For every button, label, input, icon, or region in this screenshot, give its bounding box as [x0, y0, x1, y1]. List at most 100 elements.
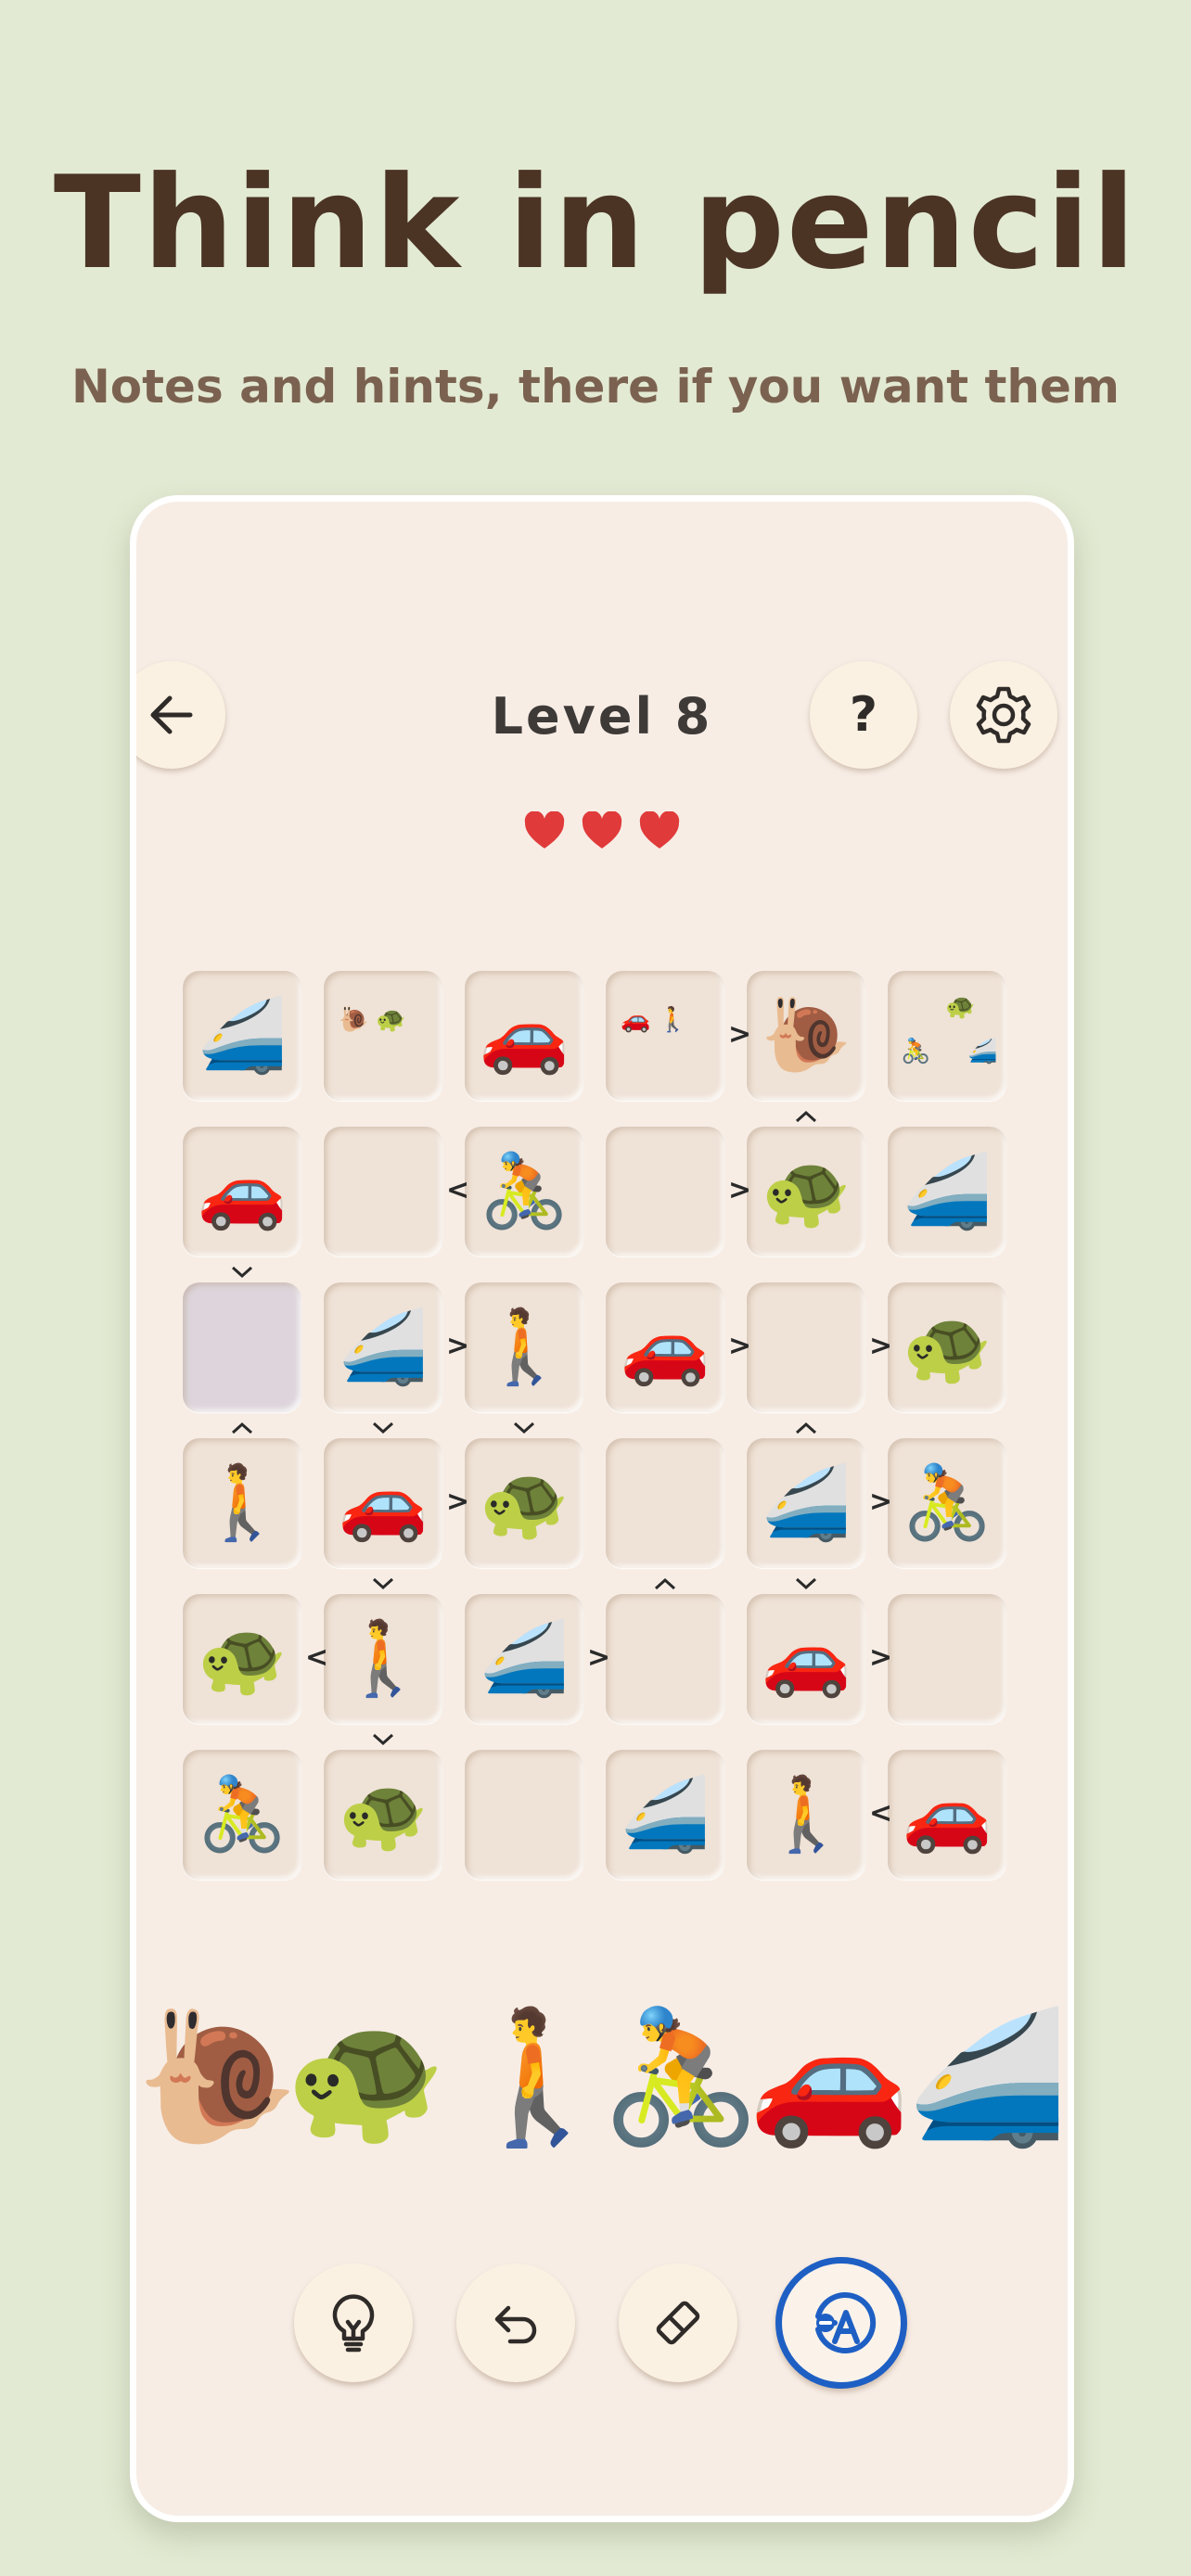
subheadline: Notes and hints, there if you want them: [70, 360, 1121, 414]
board-cell[interactable]: 🚄: [465, 1594, 583, 1724]
inequality-sign: [229, 1414, 255, 1442]
headline: Think in pencil: [53, 148, 1138, 298]
board-cell[interactable]: [747, 1282, 865, 1412]
cell-value: 🐌: [761, 994, 852, 1078]
cell-value: 🚄: [479, 1617, 570, 1701]
board-cell[interactable]: [606, 1594, 724, 1724]
board-cell[interactable]: 🚄: [324, 1282, 442, 1412]
palette-item[interactable]: 🚶: [456, 2013, 618, 2143]
palette-item[interactable]: 🐢: [285, 2013, 446, 2143]
cell-value: 🐢: [479, 1461, 570, 1545]
inequality-sign: [793, 1570, 819, 1598]
board-cell[interactable]: 🚗: [606, 1282, 724, 1412]
board-cell[interactable]: 🐢: [888, 1282, 1006, 1412]
board-cell[interactable]: [324, 1127, 442, 1256]
inequality-sign: [652, 1570, 678, 1598]
board-cell[interactable]: 🚴: [888, 1438, 1006, 1568]
inequality-sign: [370, 1570, 396, 1598]
inequality-sign: >: [728, 1330, 752, 1362]
inequality-sign: >: [728, 1174, 752, 1206]
cell-value: 🚄: [620, 1773, 711, 1856]
cell-value: 🚗: [620, 1306, 711, 1389]
cell-value: 🚗: [479, 994, 570, 1078]
pencil-note: 🐢: [945, 993, 976, 1021]
board-cell[interactable]: 🚗: [465, 971, 583, 1101]
help-button[interactable]: ?: [810, 661, 917, 769]
board-cell[interactable]: 🚗: [183, 1127, 301, 1256]
board-cell[interactable]: [606, 1127, 724, 1256]
cell-value: 🚄: [338, 1306, 429, 1389]
board-cell[interactable]: 🚗: [324, 1438, 442, 1568]
cell-value: 🚗: [338, 1461, 429, 1545]
cell-value: 🐢: [902, 1306, 992, 1389]
inequality-sign: [511, 1414, 537, 1442]
cell-value: 🐢: [338, 1773, 429, 1856]
board-cell[interactable]: 🚗: [888, 1750, 1006, 1880]
heart-icon: [581, 810, 623, 854]
inequality-sign: >: [728, 1018, 752, 1051]
board-cell[interactable]: 🚶: [747, 1750, 865, 1880]
heart-icon: [523, 810, 566, 854]
board-cell[interactable]: [465, 1750, 583, 1880]
board-cell[interactable]: 🚶: [183, 1438, 301, 1568]
undo-button[interactable]: [456, 2264, 575, 2382]
board-cell[interactable]: 🐢: [465, 1438, 583, 1568]
board-cell[interactable]: 🚗: [747, 1594, 865, 1724]
palette-item[interactable]: 🚴: [600, 2013, 762, 2143]
pencil-mode-icon: [815, 2292, 877, 2353]
cell-value: 🚶: [479, 1306, 570, 1389]
lives-indicator: [136, 810, 1068, 854]
heart-icon: [638, 810, 681, 854]
settings-button[interactable]: [950, 661, 1057, 769]
cell-value: 🚄: [197, 994, 288, 1078]
cell-value: 🐢: [761, 1150, 852, 1233]
board-cell[interactable]: 🚄: [747, 1438, 865, 1568]
level-title: Level 8: [491, 687, 713, 746]
cell-value: 🚗: [761, 1617, 852, 1701]
board-cell[interactable]: 🐢: [183, 1594, 301, 1724]
board-cell[interactable]: 🐢: [747, 1127, 865, 1256]
inequality-sign: >: [446, 1330, 470, 1362]
inequality-sign: >: [869, 1641, 893, 1674]
board-cell[interactable]: [606, 1438, 724, 1568]
board-cell[interactable]: 🐢: [324, 1750, 442, 1880]
cell-value: 🚗: [197, 1150, 288, 1233]
board-cell[interactable]: 🚄: [606, 1750, 724, 1880]
palette-item[interactable]: 🐌: [136, 2013, 298, 2143]
board-cell[interactable]: 🚴: [465, 1127, 583, 1256]
pencil-mode-button[interactable]: [775, 2257, 907, 2389]
lightbulb-icon: [332, 2294, 375, 2353]
hint-button[interactable]: [294, 2264, 413, 2382]
board-cell[interactable]: 🚄: [888, 1127, 1006, 1256]
inequality-sign: >: [869, 1486, 893, 1518]
cell-value: 🚶: [761, 1773, 852, 1856]
board-cell[interactable]: 🐌 🐢: [324, 971, 442, 1101]
cell-value: 🚴: [902, 1461, 992, 1545]
board-cell[interactable]: 🚶: [465, 1282, 583, 1412]
cell-value: 🐢: [197, 1617, 288, 1701]
board-cell[interactable]: 🚄: [183, 971, 301, 1101]
phone-frame: Level 8 ? 🚄 🐌 🐢 🚗 🚗 🚶 🐌 🐢 🚴 🚄 🚗 🚴 🐢 🚄 🚄 🚶 🚗 🐢 🚶 🚗 🐢 🚄 🚴 🐢 🚶 🚄 🚗 🚴 🐢 🚄…: [130, 495, 1074, 2522]
erase-button[interactable]: [619, 2264, 737, 2382]
cell-value: 🚶: [197, 1461, 288, 1545]
inequality-sign: >: [587, 1641, 611, 1674]
pencil-note: 🚗: [621, 1006, 651, 1034]
inequality-sign: [370, 1726, 396, 1753]
palette-item[interactable]: 🚗: [749, 2013, 910, 2143]
board-cell[interactable]: [888, 1594, 1006, 1724]
board-cell[interactable]: 🐌: [747, 971, 865, 1101]
inequality-sign: [229, 1258, 255, 1286]
inequality-sign: >: [446, 1486, 470, 1518]
emoji-palette: 🐌 🐢 🚶 🚴 🚗 🚄: [136, 2004, 1068, 2189]
board-cell[interactable]: [183, 1282, 301, 1412]
cell-value: 🚶: [338, 1617, 429, 1701]
pencil-note: 🚴: [901, 1038, 931, 1065]
board-cell[interactable]: 🚴: [183, 1750, 301, 1880]
palette-item[interactable]: 🚄: [906, 2013, 1068, 2143]
inequality-sign: <: [446, 1174, 470, 1206]
pencil-note: 🚶: [658, 1006, 688, 1034]
board-cell[interactable]: 🚗 🚶: [606, 971, 724, 1101]
pencil-note: 🐌: [339, 1006, 369, 1034]
board-cell[interactable]: 🐢 🚴 🚄: [888, 971, 1006, 1101]
board-cell[interactable]: 🚶: [324, 1594, 442, 1724]
